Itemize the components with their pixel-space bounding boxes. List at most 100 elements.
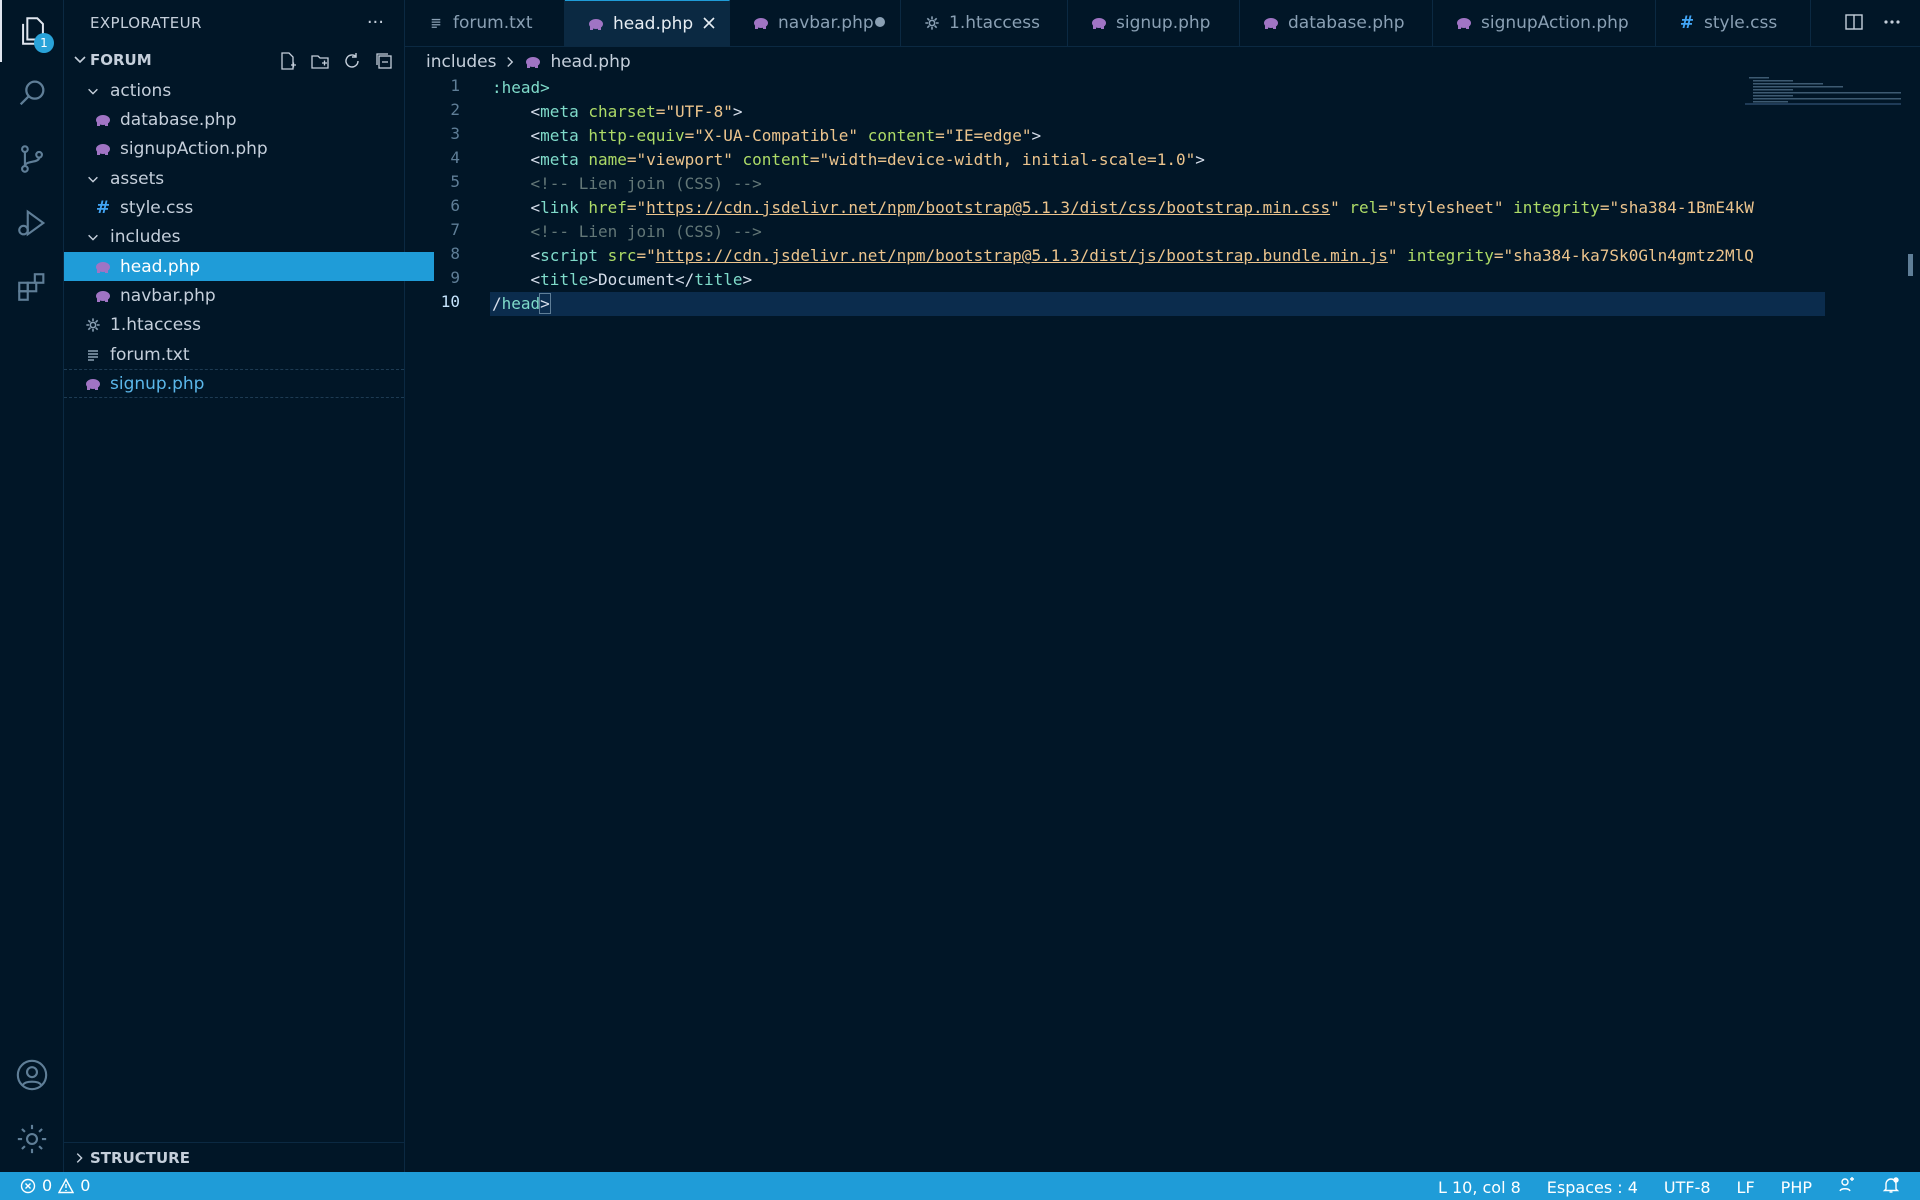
problems-indicator[interactable]: 0 0 xyxy=(20,1176,90,1195)
new-file-button[interactable] xyxy=(276,50,300,72)
tab-signupaction-php[interactable]: signupAction.php xyxy=(1433,0,1656,46)
minimap[interactable] xyxy=(1745,76,1901,106)
tree-file-1-htaccess[interactable]: 1.htaccess xyxy=(64,310,424,339)
indentation-setting[interactable]: Espaces : 4 xyxy=(1547,1178,1638,1197)
code-token: title xyxy=(694,270,743,289)
breadcrumb: includes head.php xyxy=(426,50,631,74)
code-link[interactable]: https://cdn.jsdelivr.net/npm/bootstrap@5… xyxy=(646,198,1330,217)
tree-file-style-css[interactable]: # style.css xyxy=(64,193,434,222)
error-icon xyxy=(20,1178,36,1193)
activity-bar: 1 xyxy=(0,0,64,1172)
code-token: ="IE=edge" xyxy=(935,126,1032,145)
refresh-explorer-button[interactable] xyxy=(340,50,364,72)
tab-label: signup.php xyxy=(1116,13,1211,33)
accounts-activity-button[interactable] xyxy=(0,1044,63,1106)
tree-folder-assets[interactable]: assets xyxy=(64,164,424,193)
tab-database-php[interactable]: database.php xyxy=(1240,0,1433,46)
tree-item-label: includes xyxy=(110,226,181,247)
new-folder-button[interactable] xyxy=(308,50,332,72)
tab-forum-txt[interactable]: forum.txt xyxy=(405,0,565,46)
tab-head-php[interactable]: head.php xyxy=(565,0,730,46)
tab-signup-php[interactable]: signup.php xyxy=(1068,0,1240,46)
code-editor[interactable]: 1 2 3 4 5 6 7 8 9 10 :head> <meta charse… xyxy=(405,76,1920,1172)
chevron-right-icon xyxy=(504,56,516,68)
code-token: / xyxy=(492,294,502,313)
tree-folder-includes[interactable]: includes xyxy=(64,222,424,251)
code-token: title xyxy=(540,270,589,289)
line-number: 1 xyxy=(450,76,460,95)
tab-navbar-php[interactable]: navbar.php xyxy=(730,0,901,46)
language-mode[interactable]: PHP xyxy=(1781,1178,1812,1197)
tree-file-forum-txt[interactable]: forum.txt xyxy=(64,340,424,369)
tab-label: navbar.php xyxy=(778,13,874,33)
extensions-icon xyxy=(17,273,44,301)
line-number: 3 xyxy=(450,124,460,143)
code-token: integrity xyxy=(1503,198,1600,217)
unsaved-dot-icon xyxy=(872,14,888,30)
gear-icon xyxy=(84,316,102,334)
gear-icon xyxy=(923,14,941,32)
tree-item-label: actions xyxy=(110,80,172,101)
code-token: =" xyxy=(626,198,647,217)
tab-1-htaccess[interactable]: 1.htaccess xyxy=(901,0,1068,46)
tab-label: 1.htaccess xyxy=(949,13,1040,33)
php-elephant-icon xyxy=(1262,14,1280,32)
line-number: 4 xyxy=(450,148,460,167)
cursor-position[interactable]: L 10, col 8 xyxy=(1438,1178,1521,1197)
code-token: ="sha384-1BmE4kW xyxy=(1599,198,1754,217)
breadcrumb-folder[interactable]: includes xyxy=(426,52,496,72)
workspace-folder-header[interactable]: FORUM xyxy=(64,48,404,74)
source-control-activity-button[interactable] xyxy=(0,128,63,190)
tree-item-label: 1.htaccess xyxy=(110,314,201,335)
code-line-6: <link href="https://cdn.jsdelivr.net/npm… xyxy=(492,196,1822,220)
scrollbar-cursor-marker xyxy=(1908,254,1913,276)
chevron-down-icon xyxy=(84,228,102,246)
feedback-button[interactable] xyxy=(1838,1176,1856,1198)
notifications-button[interactable] xyxy=(1882,1176,1900,1198)
encoding-setting[interactable]: UTF-8 xyxy=(1664,1178,1711,1197)
editor-more-actions-button[interactable] xyxy=(1882,12,1902,37)
php-elephant-icon xyxy=(94,111,112,129)
explorer-sidebar: EXPLORATEUR ··· FORUM actions database.p… xyxy=(64,0,434,1173)
search-activity-button[interactable] xyxy=(0,62,63,124)
code-token: " xyxy=(1330,198,1340,217)
line-number: 5 xyxy=(450,172,460,191)
tree-file-head-php[interactable]: head.php xyxy=(64,252,434,281)
code-token: meta xyxy=(540,150,579,169)
chevron-down-icon xyxy=(84,170,102,188)
extensions-activity-button[interactable] xyxy=(0,256,63,318)
tree-file-navbar-php[interactable]: navbar.php xyxy=(64,281,434,310)
tree-file-database-php[interactable]: database.php xyxy=(64,105,434,134)
run-debug-activity-button[interactable] xyxy=(0,192,63,254)
code-token: > xyxy=(732,102,743,121)
text-file-icon xyxy=(427,14,445,32)
run-debug-icon xyxy=(17,209,45,237)
tab-label: database.php xyxy=(1288,13,1405,33)
eol-setting[interactable]: LF xyxy=(1737,1178,1755,1197)
code-token: > xyxy=(1031,126,1042,145)
account-icon xyxy=(16,1059,47,1091)
collapse-folders-button[interactable] xyxy=(372,50,396,72)
more-actions-button[interactable]: ··· xyxy=(367,12,384,33)
tree-item-label: navbar.php xyxy=(120,285,216,306)
tree-file-signup-php[interactable]: signup.php xyxy=(64,369,404,398)
breadcrumb-file[interactable]: head.php xyxy=(550,52,630,72)
tree-folder-actions[interactable]: actions xyxy=(64,76,424,105)
manage-activity-button[interactable] xyxy=(0,1108,63,1170)
tab-style-css[interactable]: # style.css xyxy=(1656,0,1811,46)
explorer-activity-button[interactable]: 1 xyxy=(0,0,63,62)
split-editor-icon xyxy=(1845,14,1863,30)
line-number: 7 xyxy=(450,220,460,239)
structure-panel-header[interactable]: STRUCTURE xyxy=(64,1142,404,1173)
tab-label: forum.txt xyxy=(453,13,533,33)
status-bar: 0 0 L 10, col 8 Espaces : 4 UTF-8 LF PHP xyxy=(0,1172,1920,1200)
explorer-title: EXPLORATEUR xyxy=(90,14,202,32)
code-link[interactable]: https://cdn.jsdelivr.net/npm/bootstrap@5… xyxy=(656,246,1388,265)
close-tab-button[interactable] xyxy=(701,15,717,31)
split-editor-button[interactable] xyxy=(1844,12,1864,37)
php-elephant-icon xyxy=(587,15,605,33)
tree-file-signupaction-php[interactable]: signupAction.php xyxy=(64,134,434,163)
code-token: content xyxy=(858,126,936,145)
code-token: ="X-UA-Compatible" xyxy=(684,126,859,145)
tree-item-label: signup.php xyxy=(110,373,205,394)
